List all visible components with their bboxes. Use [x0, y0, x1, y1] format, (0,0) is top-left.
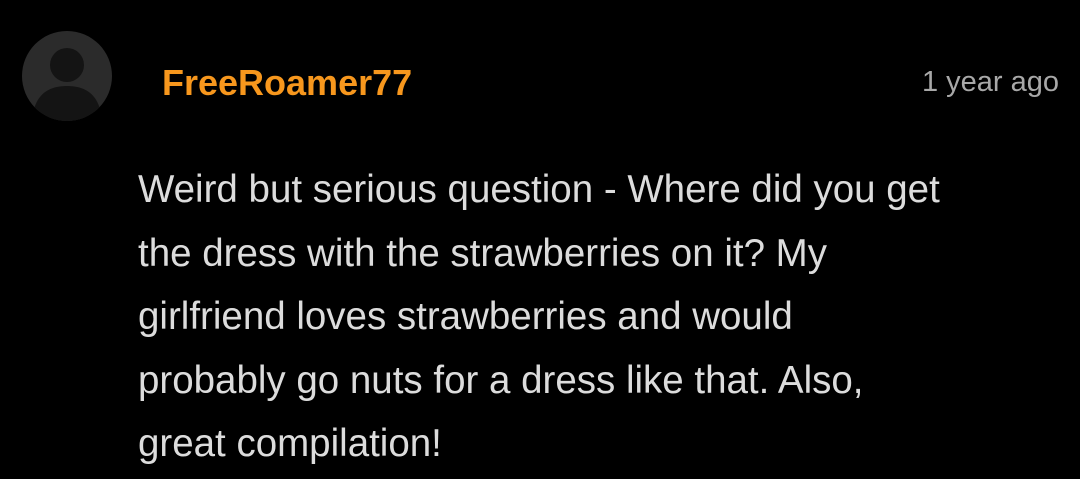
- comment-timestamp: 1 year ago: [921, 66, 1059, 98]
- comment-body-line: the dress with the strawberries on it? M…: [138, 231, 827, 275]
- avatar[interactable]: [22, 31, 112, 121]
- comment-body: Weird but serious question - Where did y…: [138, 158, 1058, 476]
- comment-body-line: Weird but serious question - Where did y…: [138, 168, 940, 211]
- user-silhouette-icon: [32, 48, 102, 121]
- comment-body-line: great compilation!: [138, 422, 442, 465]
- comment-username[interactable]: FreeRoamer77: [162, 62, 412, 104]
- comment-body-line: probably go nuts for a dress like that. …: [138, 358, 864, 402]
- comment-item: FreeRoamer77 1 year ago Weird but seriou…: [0, 0, 1080, 479]
- comment-body-line: girlfriend loves strawberries and would: [138, 295, 793, 338]
